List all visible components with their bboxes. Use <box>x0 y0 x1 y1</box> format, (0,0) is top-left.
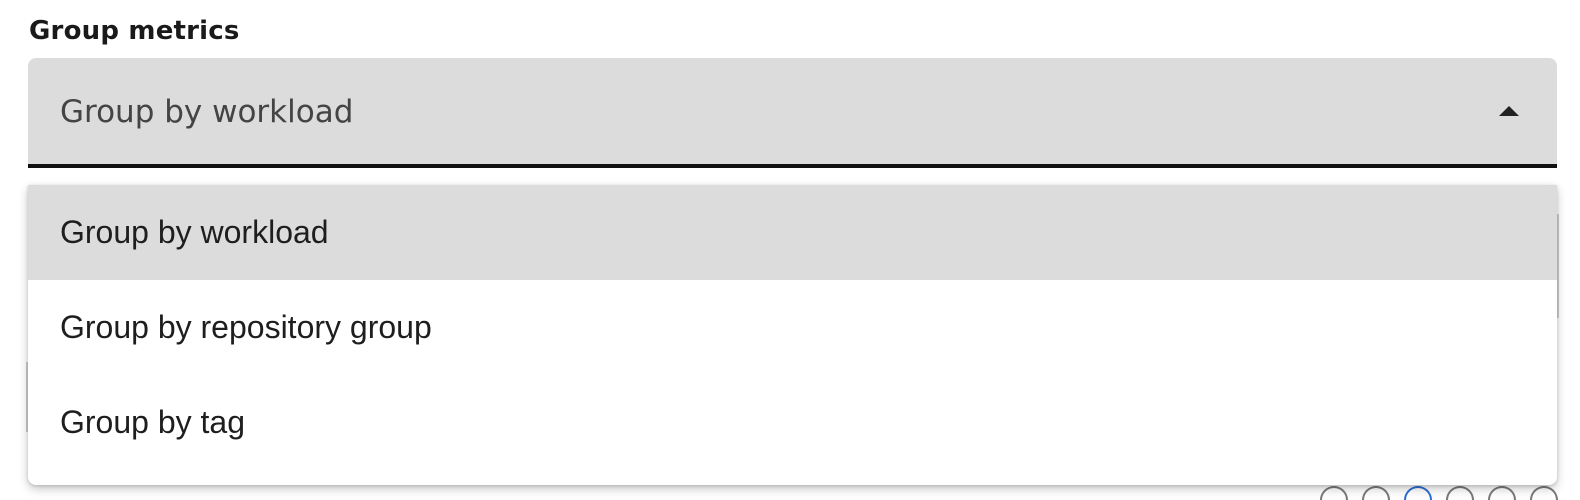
option-label: Group by tag <box>60 404 245 440</box>
menu-icon <box>1530 486 1558 500</box>
search-icon <box>1404 486 1432 500</box>
select-current-value: Group by workload <box>60 94 354 130</box>
group-metrics-label: Group metrics <box>29 16 240 46</box>
caret-up-icon[interactable] <box>1499 106 1519 116</box>
option-label: Group by workload <box>60 214 329 250</box>
zoom-in-icon <box>1320 486 1348 500</box>
pan-icon <box>1446 486 1474 500</box>
group-metrics-select[interactable]: Group by workload <box>28 58 1557 168</box>
zoom-out-icon <box>1362 486 1390 500</box>
group-metrics-dropdown-menu: Group by workload Group by repository gr… <box>28 185 1557 485</box>
option-group-by-repository-group[interactable]: Group by repository group <box>28 280 1557 375</box>
option-label: Group by repository group <box>60 309 432 345</box>
option-group-by-tag[interactable]: Group by tag <box>28 375 1557 470</box>
option-group-by-workload[interactable]: Group by workload <box>28 185 1557 280</box>
home-icon <box>1488 486 1516 500</box>
background-field-edge <box>1557 214 1559 318</box>
